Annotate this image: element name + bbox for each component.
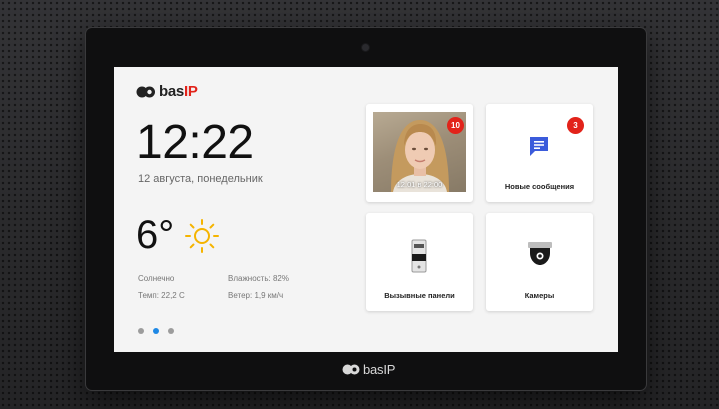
touch-screen: basIP 12:22 12 августа, понедельник 6° С… [114,67,618,352]
call-panels-tile-label: Вызывные панели [384,291,455,300]
camera-lens [362,44,369,51]
call-panels-tile[interactable]: Вызывные панели [366,213,473,311]
weather-wind: Ветер: 1,9 км/ч [228,291,284,300]
clock-date: 12 августа, понедельник [138,173,263,185]
chat-bubble-icon [530,137,548,156]
page-indicator [138,328,174,334]
visitor-snapshot-tile[interactable]: 12.01 в 22:00 10 [366,104,473,202]
brand-logo-text: basIP [159,83,198,100]
brand-mark-icon [136,86,155,97]
messages-tile-label: Новые сообщения [504,182,575,191]
brand-logo: basIP [136,83,198,100]
visitor-count-badge: 10 [447,117,464,134]
weather-humidity: Влажность: 82% [228,274,289,283]
cameras-tile[interactable]: Камеры [486,213,593,311]
page-dot-active[interactable] [153,328,159,334]
intercom-device: basIP 12:22 12 августа, понедельник 6° С… [86,28,646,390]
temperature: 6° [136,213,175,257]
snapshot-timestamp: 12.01 в 22:00 [396,180,443,189]
messages-count-badge: 3 [567,117,584,134]
cameras-tile-label: Камеры [524,291,555,300]
intercom-panel-icon [411,239,427,273]
weather-condition: Солнечно [138,274,175,283]
bezel-brand-mark-icon [342,364,360,374]
page-dot[interactable] [168,328,174,334]
messages-tile[interactable]: 3 Новые сообщения [486,104,593,202]
page-dot[interactable] [138,328,144,334]
sun-icon [185,219,219,253]
clock-time: 12:22 [136,116,254,169]
bezel-brand-text: basIP [363,361,396,377]
weather-feels-like: Темп: 22,2 С [138,291,185,300]
bezel-brand-logo: basIP [342,361,395,377]
dome-camera-icon [528,242,552,265]
